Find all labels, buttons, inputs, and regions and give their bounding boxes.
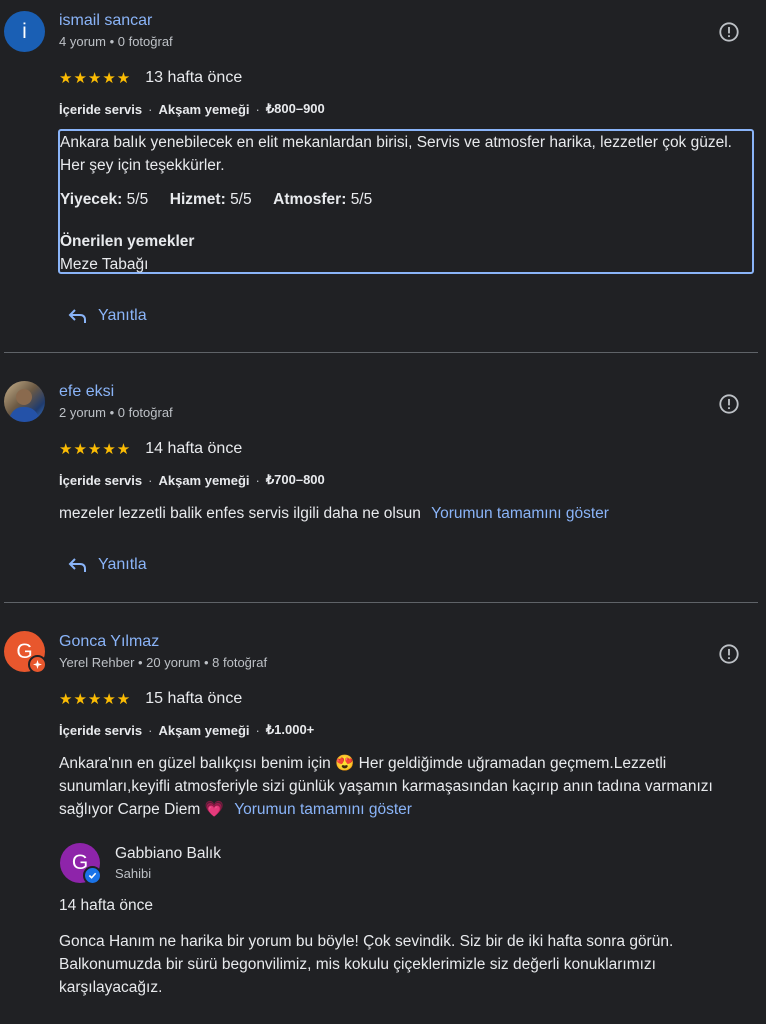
divider [4, 352, 758, 353]
profile-photo [8, 389, 41, 422]
reviewer-meta: Yerel Rehber • 20 yorum • 8 fotoğraf [59, 655, 268, 670]
owner-reply-time: 14 hafta önce [59, 897, 153, 914]
rating-row: ★★★★★ 14 hafta önce [59, 440, 242, 458]
recommended-label: Önerilen yemekler [60, 233, 195, 250]
recommended-value: Meze Tabağı [60, 256, 149, 273]
meal-type: Akşam yemeği [158, 472, 250, 488]
reply-label: Yanıtla [98, 307, 147, 324]
service-value: 5/5 [230, 191, 252, 208]
avatar[interactable]: G [4, 631, 47, 674]
local-guide-badge-icon [28, 655, 47, 674]
visit-attributes: İçeride servis · Akşam yemeği · ₺1.000+ [59, 722, 315, 738]
owner-reply-text: Gonca Hanım ne harika bir yorum bu böyle… [59, 933, 674, 996]
reply-button[interactable]: Yanıtla [68, 556, 147, 574]
reviewer-meta: 2 yorum • 0 fotoğraf [59, 405, 173, 420]
atmosphere-value: 5/5 [350, 191, 373, 208]
reply-button[interactable]: Yanıtla [68, 307, 147, 325]
reply-icon [68, 558, 86, 572]
report-icon[interactable] [718, 643, 740, 665]
avatar-letter: i [22, 19, 27, 43]
aspect-ratings: Yiyecek: 5/5 Hizmet: 5/5 Atmosfer: 5/5 [60, 188, 740, 211]
review-time: 13 hafta önce [145, 69, 243, 86]
star-rating: ★★★★★ [59, 70, 132, 87]
review-text-block: mezeler lezzetli balik enfes servis ilgi… [59, 502, 739, 525]
avatar[interactable] [4, 381, 45, 422]
review-text: Ankara balık yenebilecek en elit mekanla… [60, 134, 732, 174]
report-icon[interactable] [718, 393, 740, 415]
reviewer-name[interactable]: ismail sancar [59, 12, 152, 30]
review-time: 15 hafta önce [145, 690, 243, 707]
meal-type: Akşam yemeği [158, 101, 250, 117]
reviewer-name[interactable]: Gonca Yılmaz [59, 633, 159, 651]
rating-row: ★★★★★ 15 hafta önce [59, 690, 242, 708]
visit-attributes: İçeride servis · Akşam yemeği · ₺700–800 [59, 472, 325, 488]
meal-type: Akşam yemeği [158, 722, 250, 738]
price-range: ₺1.000+ [265, 722, 315, 737]
reply-icon [68, 309, 86, 323]
service-type: İçeride servis [59, 101, 143, 117]
service-type: İçeride servis [59, 472, 143, 488]
visit-attributes: İçeride servis · Akşam yemeği · ₺800–900 [59, 101, 325, 117]
atmosphere-label: Atmosfer: [273, 191, 347, 208]
owner-role: Sahibi [115, 866, 152, 881]
food-label: Yiyecek: [60, 191, 123, 208]
price-range: ₺800–900 [265, 101, 325, 116]
report-icon[interactable] [718, 21, 740, 43]
food-value: 5/5 [126, 191, 149, 208]
star-rating: ★★★★★ [59, 691, 132, 708]
show-full-review-link[interactable]: Yorumun tamamını göster [431, 505, 609, 522]
service-label: Hizmet: [169, 191, 226, 208]
review-text: mezeler lezzetli balik enfes servis ilgi… [59, 505, 421, 522]
reply-label: Yanıtla [98, 556, 147, 573]
review-text-block: Ankara'nın en güzel balıkçısı benim için… [59, 752, 719, 821]
price-range: ₺700–800 [265, 472, 325, 487]
avatar[interactable]: i [4, 11, 45, 52]
service-type: İçeride servis [59, 722, 143, 738]
reviewer-meta: 4 yorum • 0 fotoğraf [59, 34, 173, 49]
star-rating: ★★★★★ [59, 441, 132, 458]
owner-avatar[interactable]: G [60, 843, 102, 885]
reviewer-name[interactable]: efe eksi [59, 383, 114, 401]
rating-row: ★★★★★ 13 hafta önce [59, 69, 242, 87]
divider [4, 602, 758, 603]
review-time: 14 hafta önce [145, 440, 243, 457]
owner-name: Gabbiano Balık [115, 845, 221, 862]
verified-check-icon [83, 866, 102, 885]
show-full-review-link[interactable]: Yorumun tamamını göster [234, 801, 412, 818]
